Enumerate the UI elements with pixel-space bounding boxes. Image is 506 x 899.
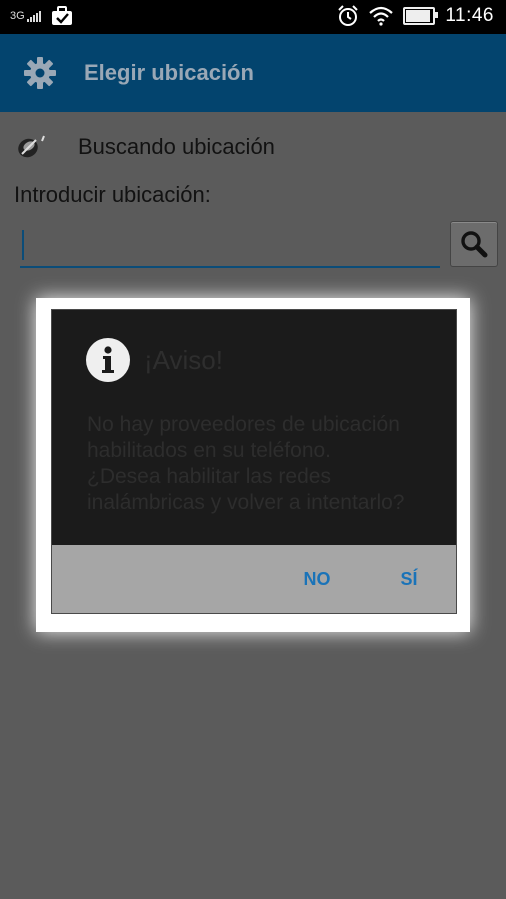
app-bar: Elegir ubicación <box>0 34 506 112</box>
status-bar-left: 3G <box>10 6 73 26</box>
briefcase-check-icon <box>51 6 72 25</box>
gear-icon[interactable] <box>22 55 58 91</box>
dialog-header: ¡Aviso! <box>86 338 223 382</box>
yes-button[interactable]: SÍ <box>372 545 446 613</box>
location-input-label: Introducir ubicación: <box>14 182 211 207</box>
wifi-icon <box>369 6 394 26</box>
dialog-message: No hay proveedores de ubicación habilita… <box>87 413 405 514</box>
alert-dialog: ¡Aviso! No hay proveedores de ubicación … <box>51 309 457 614</box>
info-icon <box>86 338 130 382</box>
status-bar: 3G 11:46 <box>0 0 506 34</box>
dialog-title: ¡Aviso! <box>144 344 223 375</box>
alarm-icon <box>338 5 359 26</box>
location-status-text: Buscando ubicación <box>78 134 275 159</box>
search-button[interactable] <box>450 221 498 267</box>
text-cursor <box>22 230 24 260</box>
network-type: 3G <box>10 10 25 22</box>
battery-icon <box>403 7 439 25</box>
status-bar-right: 11:46 <box>337 5 494 27</box>
location-status: Buscando ubicación <box>14 132 275 162</box>
clock: 11:46 <box>445 5 494 26</box>
search-icon <box>461 231 488 258</box>
dialog-button-bar: NO SÍ <box>52 545 456 613</box>
signal-icon: 3G <box>10 10 41 22</box>
app-title: Elegir ubicación <box>84 60 254 85</box>
location-input[interactable] <box>20 226 440 268</box>
satellite-icon <box>14 132 54 162</box>
no-button[interactable]: NO <box>282 545 352 613</box>
